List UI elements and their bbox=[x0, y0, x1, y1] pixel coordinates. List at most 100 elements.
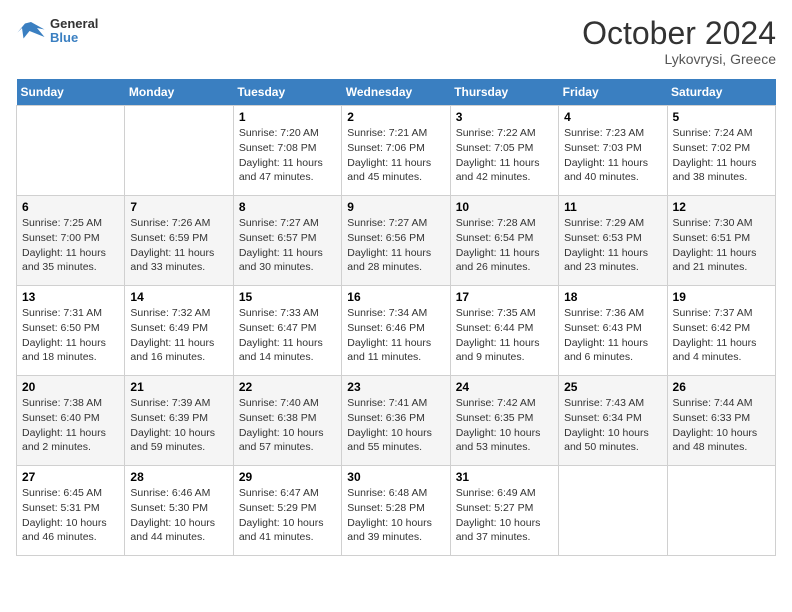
calendar-cell: 19 Sunrise: 7:37 AM Sunset: 6:42 PM Dayl… bbox=[667, 286, 775, 376]
sunrise-text: Sunrise: 7:32 AM bbox=[130, 307, 210, 319]
calendar-header: SundayMondayTuesdayWednesdayThursdayFrid… bbox=[17, 79, 776, 106]
sunrise-text: Sunrise: 7:35 AM bbox=[456, 307, 536, 319]
day-info: Sunrise: 7:40 AM Sunset: 6:38 PM Dayligh… bbox=[239, 396, 336, 455]
sunset-text: Sunset: 6:59 PM bbox=[130, 232, 208, 244]
calendar-week-row: 20 Sunrise: 7:38 AM Sunset: 6:40 PM Dayl… bbox=[17, 376, 776, 466]
day-number: 1 bbox=[239, 110, 336, 124]
sunset-text: Sunset: 6:47 PM bbox=[239, 322, 317, 334]
daylight-text: Daylight: 11 hours and 4 minutes. bbox=[673, 337, 757, 364]
calendar-cell: 23 Sunrise: 7:41 AM Sunset: 6:36 PM Dayl… bbox=[342, 376, 450, 466]
day-info: Sunrise: 6:47 AM Sunset: 5:29 PM Dayligh… bbox=[239, 486, 336, 545]
calendar-cell: 16 Sunrise: 7:34 AM Sunset: 6:46 PM Dayl… bbox=[342, 286, 450, 376]
sunrise-text: Sunrise: 7:39 AM bbox=[130, 397, 210, 409]
sunset-text: Sunset: 5:28 PM bbox=[347, 502, 425, 514]
daylight-text: Daylight: 10 hours and 39 minutes. bbox=[347, 517, 432, 544]
day-info: Sunrise: 7:23 AM Sunset: 7:03 PM Dayligh… bbox=[564, 126, 661, 185]
page-header: General Blue October 2024 Lykovrysi, Gre… bbox=[16, 16, 776, 67]
calendar-cell: 12 Sunrise: 7:30 AM Sunset: 6:51 PM Dayl… bbox=[667, 196, 775, 286]
daylight-text: Daylight: 10 hours and 55 minutes. bbox=[347, 427, 432, 454]
daylight-text: Daylight: 11 hours and 33 minutes. bbox=[130, 247, 214, 274]
day-info: Sunrise: 7:35 AM Sunset: 6:44 PM Dayligh… bbox=[456, 306, 553, 365]
day-of-week-header: Thursday bbox=[450, 79, 558, 106]
daylight-text: Daylight: 11 hours and 11 minutes. bbox=[347, 337, 431, 364]
calendar-cell: 1 Sunrise: 7:20 AM Sunset: 7:08 PM Dayli… bbox=[233, 106, 341, 196]
sunrise-text: Sunrise: 7:37 AM bbox=[673, 307, 753, 319]
sunrise-text: Sunrise: 7:25 AM bbox=[22, 217, 102, 229]
month-title: October 2024 bbox=[582, 16, 776, 51]
calendar-cell: 18 Sunrise: 7:36 AM Sunset: 6:43 PM Dayl… bbox=[559, 286, 667, 376]
day-number: 19 bbox=[673, 290, 770, 304]
location-subtitle: Lykovrysi, Greece bbox=[582, 51, 776, 67]
day-info: Sunrise: 7:36 AM Sunset: 6:43 PM Dayligh… bbox=[564, 306, 661, 365]
sunset-text: Sunset: 7:02 PM bbox=[673, 142, 751, 154]
day-number: 30 bbox=[347, 470, 444, 484]
sunset-text: Sunset: 6:49 PM bbox=[130, 322, 208, 334]
calendar-cell bbox=[559, 466, 667, 556]
sunrise-text: Sunrise: 6:45 AM bbox=[22, 487, 102, 499]
day-info: Sunrise: 6:49 AM Sunset: 5:27 PM Dayligh… bbox=[456, 486, 553, 545]
calendar-cell: 5 Sunrise: 7:24 AM Sunset: 7:02 PM Dayli… bbox=[667, 106, 775, 196]
day-info: Sunrise: 7:34 AM Sunset: 6:46 PM Dayligh… bbox=[347, 306, 444, 365]
daylight-text: Daylight: 10 hours and 41 minutes. bbox=[239, 517, 324, 544]
day-number: 9 bbox=[347, 200, 444, 214]
day-number: 7 bbox=[130, 200, 227, 214]
day-number: 20 bbox=[22, 380, 119, 394]
calendar-cell: 31 Sunrise: 6:49 AM Sunset: 5:27 PM Dayl… bbox=[450, 466, 558, 556]
day-info: Sunrise: 7:30 AM Sunset: 6:51 PM Dayligh… bbox=[673, 216, 770, 275]
sunrise-text: Sunrise: 7:29 AM bbox=[564, 217, 644, 229]
sunset-text: Sunset: 6:56 PM bbox=[347, 232, 425, 244]
sunset-text: Sunset: 6:38 PM bbox=[239, 412, 317, 424]
daylight-text: Daylight: 11 hours and 42 minutes. bbox=[456, 157, 540, 184]
sunset-text: Sunset: 6:40 PM bbox=[22, 412, 100, 424]
daylight-text: Daylight: 11 hours and 6 minutes. bbox=[564, 337, 648, 364]
daylight-text: Daylight: 10 hours and 50 minutes. bbox=[564, 427, 649, 454]
day-number: 6 bbox=[22, 200, 119, 214]
calendar-cell: 22 Sunrise: 7:40 AM Sunset: 6:38 PM Dayl… bbox=[233, 376, 341, 466]
day-info: Sunrise: 7:37 AM Sunset: 6:42 PM Dayligh… bbox=[673, 306, 770, 365]
calendar-cell: 2 Sunrise: 7:21 AM Sunset: 7:06 PM Dayli… bbox=[342, 106, 450, 196]
calendar-cell bbox=[667, 466, 775, 556]
sunrise-text: Sunrise: 7:22 AM bbox=[456, 127, 536, 139]
logo: General Blue bbox=[16, 16, 98, 46]
sunrise-text: Sunrise: 7:41 AM bbox=[347, 397, 427, 409]
calendar-cell bbox=[17, 106, 125, 196]
sunset-text: Sunset: 6:46 PM bbox=[347, 322, 425, 334]
day-info: Sunrise: 7:27 AM Sunset: 6:57 PM Dayligh… bbox=[239, 216, 336, 275]
day-number: 11 bbox=[564, 200, 661, 214]
sunrise-text: Sunrise: 7:31 AM bbox=[22, 307, 102, 319]
day-number: 12 bbox=[673, 200, 770, 214]
daylight-text: Daylight: 10 hours and 48 minutes. bbox=[673, 427, 758, 454]
calendar-cell: 24 Sunrise: 7:42 AM Sunset: 6:35 PM Dayl… bbox=[450, 376, 558, 466]
day-info: Sunrise: 7:24 AM Sunset: 7:02 PM Dayligh… bbox=[673, 126, 770, 185]
calendar-cell bbox=[125, 106, 233, 196]
sunrise-text: Sunrise: 7:38 AM bbox=[22, 397, 102, 409]
sunrise-text: Sunrise: 6:47 AM bbox=[239, 487, 319, 499]
daylight-text: Daylight: 11 hours and 26 minutes. bbox=[456, 247, 540, 274]
sunrise-text: Sunrise: 7:40 AM bbox=[239, 397, 319, 409]
day-info: Sunrise: 7:27 AM Sunset: 6:56 PM Dayligh… bbox=[347, 216, 444, 275]
calendar-cell: 9 Sunrise: 7:27 AM Sunset: 6:56 PM Dayli… bbox=[342, 196, 450, 286]
calendar-cell: 21 Sunrise: 7:39 AM Sunset: 6:39 PM Dayl… bbox=[125, 376, 233, 466]
sunrise-text: Sunrise: 6:49 AM bbox=[456, 487, 536, 499]
day-info: Sunrise: 7:25 AM Sunset: 7:00 PM Dayligh… bbox=[22, 216, 119, 275]
logo-line1: General bbox=[50, 17, 98, 31]
day-number: 31 bbox=[456, 470, 553, 484]
daylight-text: Daylight: 11 hours and 14 minutes. bbox=[239, 337, 323, 364]
daylight-text: Daylight: 11 hours and 9 minutes. bbox=[456, 337, 540, 364]
calendar-cell: 17 Sunrise: 7:35 AM Sunset: 6:44 PM Dayl… bbox=[450, 286, 558, 376]
day-info: Sunrise: 6:48 AM Sunset: 5:28 PM Dayligh… bbox=[347, 486, 444, 545]
sunset-text: Sunset: 6:44 PM bbox=[456, 322, 534, 334]
calendar-cell: 14 Sunrise: 7:32 AM Sunset: 6:49 PM Dayl… bbox=[125, 286, 233, 376]
day-number: 17 bbox=[456, 290, 553, 304]
logo-icon bbox=[16, 16, 46, 46]
day-of-week-header: Sunday bbox=[17, 79, 125, 106]
daylight-text: Daylight: 11 hours and 16 minutes. bbox=[130, 337, 214, 364]
day-info: Sunrise: 7:42 AM Sunset: 6:35 PM Dayligh… bbox=[456, 396, 553, 455]
day-number: 24 bbox=[456, 380, 553, 394]
sunset-text: Sunset: 5:29 PM bbox=[239, 502, 317, 514]
day-info: Sunrise: 7:22 AM Sunset: 7:05 PM Dayligh… bbox=[456, 126, 553, 185]
day-number: 8 bbox=[239, 200, 336, 214]
sunset-text: Sunset: 5:30 PM bbox=[130, 502, 208, 514]
daylight-text: Daylight: 11 hours and 38 minutes. bbox=[673, 157, 757, 184]
logo-text: General Blue bbox=[50, 17, 98, 46]
